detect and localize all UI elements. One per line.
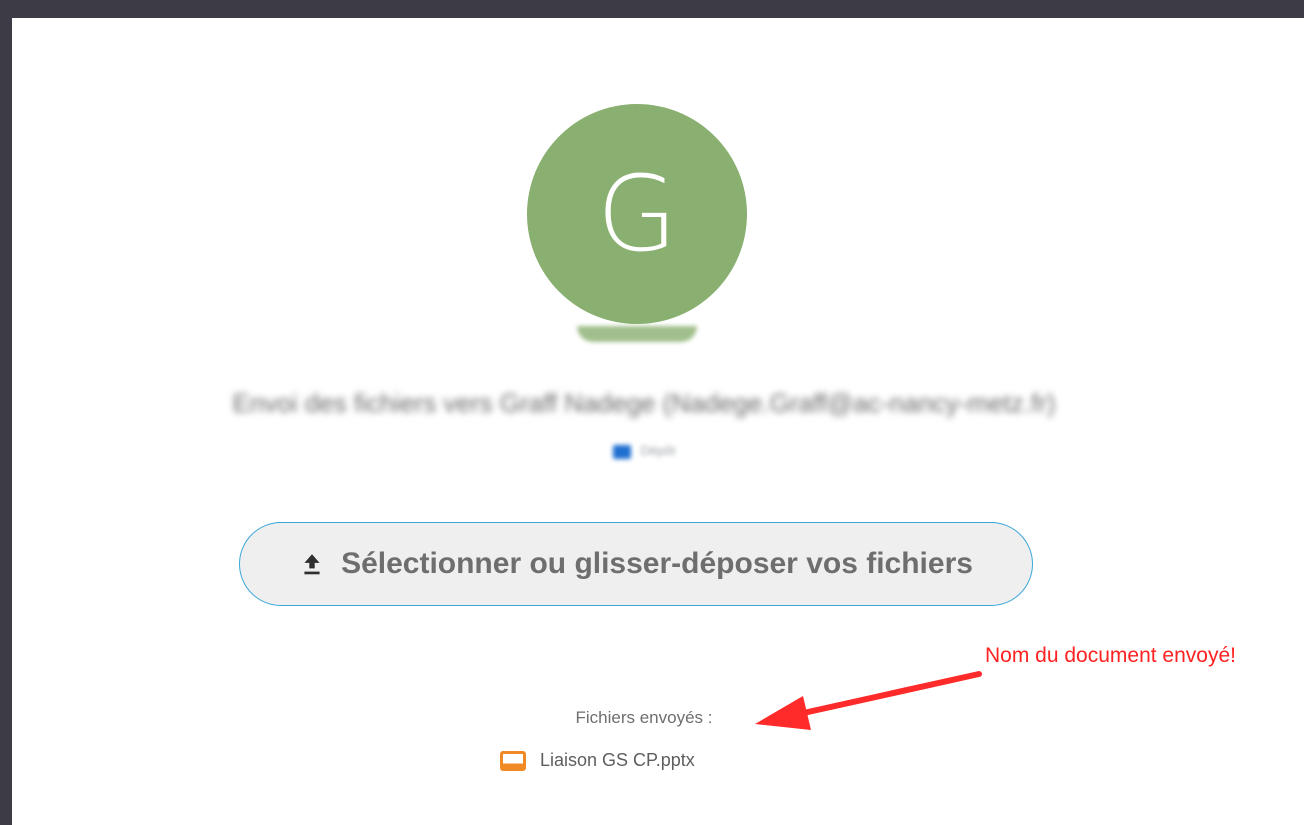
- sent-files-title: Fichiers envoyés :: [575, 708, 713, 727]
- annotation-note: Nom du document envoyé!: [985, 644, 1236, 667]
- recipient-line: Envoi des fichiers vers Graff Nadege (Na…: [232, 388, 1056, 418]
- folder-icon: [612, 444, 631, 459]
- upload-icon: [304, 554, 320, 575]
- select-files-label: Sélectionner ou glisser-déposer vos fich…: [341, 547, 973, 580]
- window-frame-left: [0, 0, 12, 825]
- avatar-initial: G: [527, 104, 747, 324]
- window-frame-top: [0, 0, 1304, 18]
- sent-file-name: Liaison GS CP.pptx: [540, 750, 695, 770]
- avatar-shadow: [577, 326, 697, 342]
- upload-panel: G Envoi des fichiers vers Graff Nadege (…: [12, 18, 1304, 825]
- recipient-avatar: G: [527, 104, 747, 359]
- folder-label: Dépôt: [640, 443, 676, 458]
- presentation-file-icon: [500, 750, 526, 771]
- folder-indicator: Dépôt: [12, 443, 1276, 459]
- sent-file-item[interactable]: Liaison GS CP.pptx: [500, 750, 695, 771]
- select-files-button[interactable]: Sélectionner ou glisser-déposer vos fich…: [239, 522, 1033, 606]
